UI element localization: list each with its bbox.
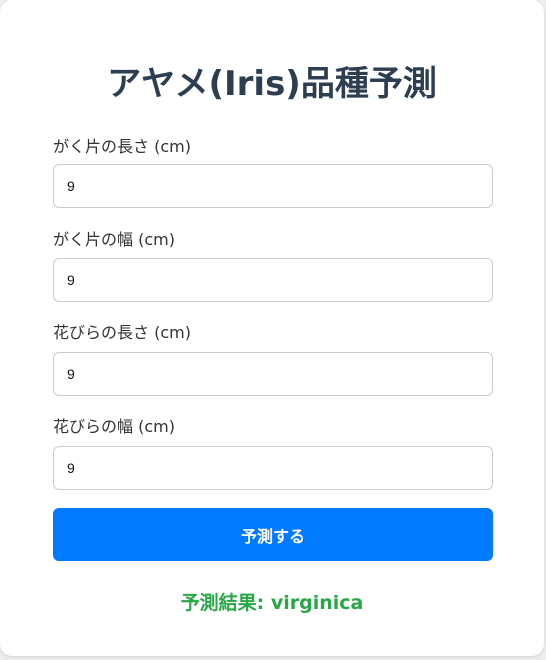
predict-button[interactable]: 予測する	[53, 508, 493, 561]
sepal-width-label: がく片の幅 (cm)	[53, 230, 175, 249]
petal-length-input[interactable]	[53, 352, 493, 396]
petal-length-label: 花びらの長さ (cm)	[53, 323, 191, 342]
prediction-card: アヤメ(Iris)品種予測 がく片の長さ (cm) がく片の幅 (cm) 花びら…	[0, 0, 544, 656]
prediction-result: 予測結果: virginica	[180, 592, 364, 614]
petal-width-input[interactable]	[53, 446, 493, 490]
sepal-width-input[interactable]	[53, 258, 493, 302]
page-title: アヤメ(Iris)品種予測	[107, 64, 437, 104]
sepal-length-input[interactable]	[53, 164, 493, 208]
petal-width-label: 花びらの幅 (cm)	[53, 417, 175, 436]
sepal-length-label: がく片の長さ (cm)	[53, 137, 191, 156]
